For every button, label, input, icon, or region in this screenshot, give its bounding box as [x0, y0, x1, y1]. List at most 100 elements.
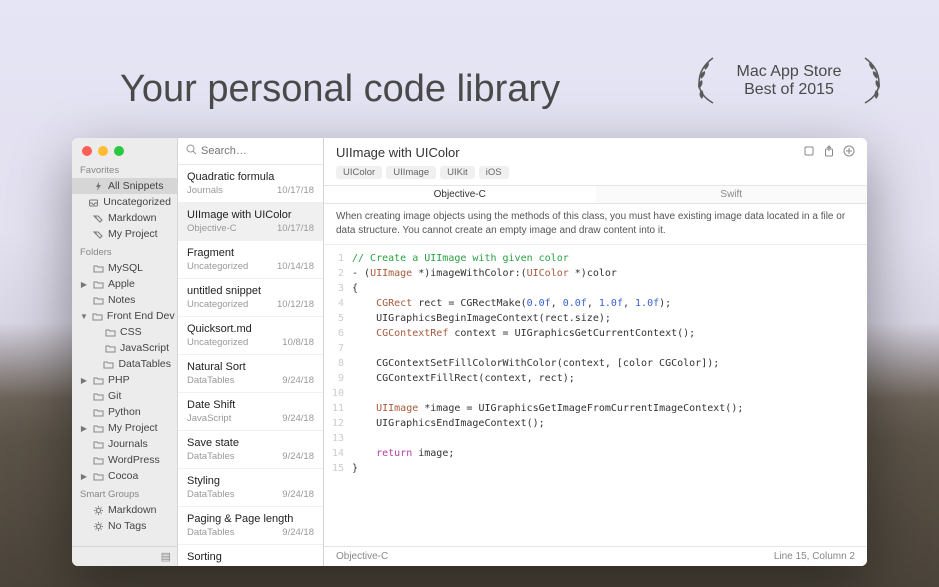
snippet-cell[interactable]: Natural SortDataTables9/24/18 [178, 355, 323, 393]
sidebar-section-header: Smart Groups [72, 484, 177, 502]
sidebar-item[interactable]: Markdown [72, 502, 177, 518]
tag[interactable]: UIColor [336, 166, 382, 179]
snippet-list[interactable]: Quadratic formulaJournals10/17/18UIImage… [178, 165, 323, 566]
snippet-cell-category: JavaScript [187, 413, 231, 424]
line-number: 8 [324, 356, 352, 371]
snippet-cell[interactable]: Quadratic formulaJournals10/17/18 [178, 165, 323, 203]
sidebar-item[interactable]: ▶PHP [72, 372, 177, 388]
code-line[interactable]: 11 UIImage *image = UIGraphicsGetImageFr… [324, 401, 867, 416]
snippet-cell[interactable]: Save stateDataTables9/24/18 [178, 431, 323, 469]
code-line[interactable]: 12 UIGraphicsEndImageContext(); [324, 416, 867, 431]
disclosure-icon[interactable]: ▶ [80, 472, 88, 481]
sidebar-item[interactable]: Python [72, 404, 177, 420]
maximize-button[interactable] [114, 146, 124, 156]
code-line[interactable]: 1// Create a UIImage with given color [324, 251, 867, 266]
sidebar-item[interactable]: ▶My Project [72, 420, 177, 436]
folder-icon [103, 358, 114, 370]
sidebar-item[interactable]: My Project [72, 226, 177, 242]
code-line[interactable]: 2- (UIImage *)imageWithColor:(UIColor *)… [324, 266, 867, 281]
sidebar-item-label: Journals [108, 438, 148, 450]
bolt-icon [92, 180, 104, 192]
code-line[interactable]: 4 CGRect rect = CGRectMake(0.0f, 0.0f, 1… [324, 296, 867, 311]
code-line[interactable]: 5 UIGraphicsBeginImageContext(rect.size)… [324, 311, 867, 326]
sidebar-item-label: DataTables [118, 358, 171, 370]
add-variant-button[interactable] [843, 145, 855, 160]
laurel-line1: Mac App Store [699, 48, 879, 81]
snippet-cell-title: Quicksort.md [187, 323, 314, 335]
code-line[interactable]: 15} [324, 461, 867, 476]
line-number: 9 [324, 371, 352, 386]
code-line[interactable]: 13 [324, 431, 867, 446]
sidebar-item-label: My Project [108, 228, 158, 240]
code-line[interactable]: 10 [324, 386, 867, 401]
sidebar-item[interactable]: ▶Apple [72, 276, 177, 292]
snippet-cell[interactable]: Date ShiftJavaScript9/24/18 [178, 393, 323, 431]
sidebar-item[interactable]: DataTables [72, 356, 177, 372]
sidebar-item-label: Markdown [108, 504, 156, 516]
footer-cursor: Line 15, Column 2 [774, 551, 855, 562]
sidebar-item[interactable]: Notes [72, 292, 177, 308]
language-tabs: Objective-CSwift [324, 185, 867, 204]
snippet-cell-date: 9/24/18 [282, 527, 314, 538]
sidebar-item[interactable]: WordPress [72, 452, 177, 468]
sidebar-item[interactable]: MySQL [72, 260, 177, 276]
sidebar-settings-icon[interactable]: ▤ [161, 550, 171, 563]
snippet-cell[interactable]: untitled snippetUncategorized10/12/18 [178, 279, 323, 317]
snippet-cell[interactable]: SortingDataTables [178, 545, 323, 566]
code-line[interactable]: 9 CGContextFillRect(context, rect); [324, 371, 867, 386]
folder-icon [92, 454, 104, 466]
editor-footer: Objective-C Line 15, Column 2 [324, 546, 867, 566]
snippet-cell[interactable]: StylingDataTables9/24/18 [178, 469, 323, 507]
snippet-cell-title: Sorting [187, 551, 314, 563]
close-button[interactable] [82, 146, 92, 156]
sidebar-item[interactable]: CSS [72, 324, 177, 340]
sidebar-item-label: CSS [120, 326, 142, 338]
snippet-description[interactable]: When creating image objects using the me… [324, 204, 867, 245]
snippet-title[interactable]: UIImage with UIColor [336, 145, 460, 160]
snippet-cell-title: Natural Sort [187, 361, 314, 373]
tag[interactable]: UIImage [386, 166, 436, 179]
language-tab[interactable]: Swift [596, 186, 868, 203]
snippet-cell[interactable]: UIImage with UIColorObjective-C10/17/18 [178, 203, 323, 241]
code-line[interactable]: 6 CGContextRef context = UIGraphicsGetCu… [324, 326, 867, 341]
code-line[interactable]: 7 [324, 341, 867, 356]
snippet-cell-category: Journals [187, 185, 223, 196]
sidebar-item[interactable]: JavaScript [72, 340, 177, 356]
sidebar-item[interactable]: Journals [72, 436, 177, 452]
disclosure-icon[interactable]: ▶ [80, 424, 88, 433]
snippet-cell-category: Uncategorized [187, 337, 248, 348]
sidebar-item-label: Notes [108, 294, 135, 306]
sidebar-item-label: All Snippets [108, 180, 163, 192]
footer-language[interactable]: Objective-C [336, 551, 388, 562]
tag[interactable]: iOS [479, 166, 509, 179]
search-input[interactable] [201, 145, 343, 157]
code-line[interactable]: 3{ [324, 281, 867, 296]
sidebar-item[interactable]: ▼Front End Dev [72, 308, 177, 324]
snippet-cell-date: 10/17/18 [277, 185, 314, 196]
share-button[interactable] [823, 145, 835, 160]
code-line[interactable]: 8 CGContextSetFillColorWithColor(context… [324, 356, 867, 371]
minimize-button[interactable] [98, 146, 108, 156]
gear-icon [92, 520, 104, 532]
line-number: 2 [324, 266, 352, 281]
sidebar-footer: ▤ [72, 546, 177, 566]
disclosure-icon[interactable]: ▼ [80, 312, 88, 321]
tag[interactable]: UIKit [440, 166, 475, 179]
sidebar-item[interactable]: Markdown [72, 210, 177, 226]
copy-button[interactable] [803, 145, 815, 160]
sidebar-item[interactable]: All Snippets [72, 178, 177, 194]
snippet-cell[interactable]: Paging & Page lengthDataTables9/24/18 [178, 507, 323, 545]
sidebar-item[interactable]: No Tags [72, 518, 177, 534]
snippet-cell[interactable]: FragmentUncategorized10/14/18 [178, 241, 323, 279]
sidebar-item[interactable]: ▶Cocoa [72, 468, 177, 484]
sidebar-item-label: Uncategorized [103, 196, 171, 208]
disclosure-icon[interactable]: ▶ [80, 280, 88, 289]
sidebar-item[interactable]: Uncategorized [72, 194, 177, 210]
disclosure-icon[interactable]: ▶ [80, 376, 88, 385]
code-line[interactable]: 14 return image; [324, 446, 867, 461]
code-editor[interactable]: 1// Create a UIImage with given color2- … [324, 245, 867, 546]
sidebar-item[interactable]: Git [72, 388, 177, 404]
sidebar: FavoritesAll SnippetsUncategorizedMarkdo… [72, 138, 178, 566]
snippet-cell[interactable]: Quicksort.mdUncategorized10/8/18 [178, 317, 323, 355]
language-tab[interactable]: Objective-C [324, 186, 596, 203]
